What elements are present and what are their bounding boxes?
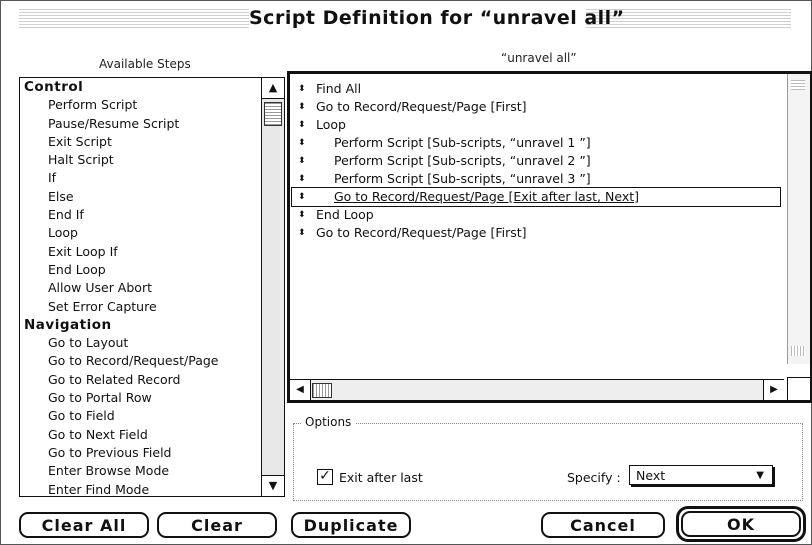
scroll-down-arrow-icon[interactable]: ▼ [262, 475, 284, 496]
script-vertical-scrollbar[interactable] [787, 74, 810, 364]
window-title: Script Definition for “unravel all” [249, 7, 625, 29]
drag-handle-icon[interactable]: ⬍ [298, 170, 306, 188]
script-line-text: Loop [316, 117, 346, 132]
title-bar[interactable]: Script Definition for “unravel all” [1, 1, 811, 35]
step-item[interactable]: Loop [20, 224, 260, 242]
drag-handle-icon[interactable]: ⬍ [298, 116, 306, 134]
drag-handle-icon[interactable]: ⬍ [298, 80, 306, 98]
chevron-down-icon: ▼ [756, 470, 764, 481]
step-item[interactable]: End If [20, 206, 260, 224]
script-line[interactable]: ⬍ Go to Record/Request/Page [Exit after l… [291, 187, 781, 207]
available-steps-list[interactable]: Control Perform Script Pause/Resume Script… [19, 77, 285, 497]
scroll-left-arrow-icon[interactable]: ◀ [290, 380, 311, 400]
step-item[interactable]: Go to Previous Field [20, 444, 260, 462]
script-line[interactable]: ⬍ Find All [292, 80, 780, 98]
script-line-text: Find All [316, 81, 362, 96]
step-item[interactable]: Allow User Abort [20, 279, 260, 297]
drag-handle-icon[interactable]: ⬍ [298, 98, 306, 116]
script-name-label: “unravel all” [501, 51, 577, 65]
script-line[interactable]: ⬍ End Loop [292, 206, 780, 224]
script-line-text: Perform Script [Sub-scripts, “unravel 2 … [334, 153, 591, 168]
script-line[interactable]: ⬍ Perform Script [Sub-scripts, “unravel 2… [292, 152, 780, 170]
scroll-right-arrow-icon[interactable]: ▶ [763, 380, 784, 400]
available-steps-label: Available Steps [99, 57, 191, 71]
step-item[interactable]: Pause/Resume Script [20, 115, 260, 133]
ok-button[interactable]: OK [681, 511, 801, 537]
step-item[interactable]: Enter Browse Mode [20, 462, 260, 480]
script-line-text: Go to Record/Request/Page [First] [316, 225, 527, 240]
clear-button[interactable]: Clear [157, 512, 277, 538]
script-line[interactable]: ⬍ Perform Script [Sub-scripts, “unravel 3… [292, 170, 780, 188]
script-line-text: Perform Script [Sub-scripts, “unravel 3 … [334, 171, 591, 186]
script-horizontal-scrollbar[interactable]: ◀ ▶ [290, 379, 784, 400]
available-steps-items: Control Perform Script Pause/Resume Script… [20, 78, 260, 496]
script-line[interactable]: ⬍ Loop [292, 116, 780, 134]
specify-value: Next [636, 468, 666, 483]
step-item[interactable]: If [20, 169, 260, 187]
steps-scrollbar[interactable]: ▲ ▼ [261, 78, 284, 496]
step-item[interactable]: Go to Layout [20, 334, 260, 352]
drag-handle-icon[interactable]: ⬍ [298, 152, 306, 170]
cancel-button[interactable]: Cancel [541, 512, 665, 538]
drag-handle-icon[interactable]: ⬍ [298, 224, 306, 242]
step-item[interactable]: Perform Script [20, 96, 260, 114]
step-item[interactable]: Exit Loop If [20, 243, 260, 261]
script-line-text: Go to Record/Request/Page [Exit after la… [334, 189, 640, 204]
step-item[interactable]: Go to Next Field [20, 426, 260, 444]
step-item[interactable]: Enter Find Mode [20, 481, 260, 496]
script-line-text: Perform Script [Sub-scripts, “unravel 1 … [334, 135, 591, 150]
scroll-corner [787, 377, 810, 400]
specify-dropdown[interactable]: Next ▼ [629, 465, 773, 485]
script-line-text: End Loop [316, 207, 374, 222]
scroll-grip-icon [791, 346, 805, 356]
clear-all-button[interactable]: Clear All [19, 512, 149, 538]
step-item[interactable]: Go to Field [20, 407, 260, 425]
exit-after-last-label[interactable]: Exit after last [339, 470, 423, 485]
drag-handle-icon[interactable]: ⬍ [298, 134, 306, 152]
step-category: Navigation [24, 316, 112, 333]
step-item[interactable]: Go to Portal Row [20, 389, 260, 407]
step-item[interactable]: Go to Related Record [20, 371, 260, 389]
script-line[interactable]: ⬍ Go to Record/Request/Page [First] [292, 224, 780, 242]
step-category: Control [24, 79, 84, 95]
step-item[interactable]: Else [20, 188, 260, 206]
options-group [293, 423, 803, 501]
scroll-grip-icon [791, 80, 805, 90]
duplicate-button[interactable]: Duplicate [291, 512, 411, 538]
specify-label: Specify : [567, 470, 621, 485]
script-line[interactable]: ⬍ Perform Script [Sub-scripts, “unravel 1… [292, 134, 780, 152]
step-item[interactable]: End Loop [20, 261, 260, 279]
scroll-up-arrow-icon[interactable]: ▲ [262, 78, 284, 99]
exit-after-last-checkbox[interactable]: ✓ [317, 469, 333, 485]
script-line-text: Go to Record/Request/Page [First] [316, 99, 527, 114]
script-lines: ⬍ Find All ⬍ Go to Record/Request/Page [Fir… [291, 80, 781, 242]
script-steps-list[interactable]: ⬍ Find All ⬍ Go to Record/Request/Page [Fir… [287, 71, 812, 403]
step-item[interactable]: Halt Script [20, 151, 260, 169]
drag-handle-icon[interactable]: ⬍ [298, 206, 306, 224]
script-line[interactable]: ⬍ Go to Record/Request/Page [First] [292, 98, 780, 116]
options-label: Options [301, 415, 356, 429]
drag-handle-icon[interactable]: ⬍ [298, 188, 306, 206]
step-item[interactable]: Set Error Capture [20, 298, 260, 316]
scroll-thumb[interactable] [312, 383, 332, 398]
step-item[interactable]: Go to Record/Request/Page [20, 352, 260, 370]
title-bar-stripes [19, 9, 249, 29]
step-item[interactable]: Exit Script [20, 133, 260, 151]
script-definition-dialog: Script Definition for “unravel all” Avai… [0, 0, 812, 545]
scroll-thumb[interactable] [264, 102, 282, 126]
